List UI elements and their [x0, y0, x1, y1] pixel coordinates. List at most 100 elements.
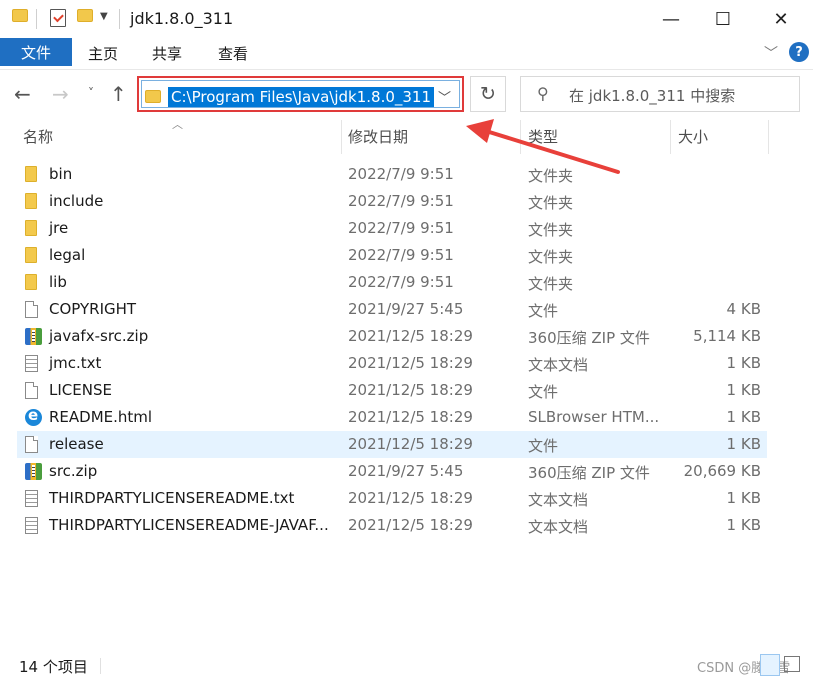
help-icon[interactable]: ? [789, 42, 809, 62]
address-path[interactable]: C:\Program Files\Java\jdk1.8.0_311 [168, 87, 435, 107]
folder-icon [25, 274, 37, 290]
column-divider[interactable] [341, 120, 342, 154]
file-row[interactable]: COPYRIGHT 2021/9/27 5:45 文件 4 KB [17, 296, 767, 323]
maximize-button[interactable]: ☐ [698, 0, 748, 38]
file-type: 360压缩 ZIP 文件 [528, 464, 650, 482]
file-row[interactable]: bin 2022/7/9 9:51 文件夹 [17, 161, 767, 188]
expand-ribbon-icon[interactable]: ﹀ [764, 43, 778, 63]
details-view-icon[interactable] [760, 654, 780, 676]
file-date: 2021/12/5 18:29 [348, 489, 473, 507]
tab-view[interactable]: 查看 [218, 43, 248, 64]
file-row[interactable]: LICENSE 2021/12/5 18:29 文件 1 KB [17, 377, 767, 404]
file-name: COPYRIGHT [49, 300, 137, 318]
address-bar[interactable]: C:\Program Files\Java\jdk1.8.0_311 ﹀ [137, 76, 464, 112]
folder-icon [12, 9, 28, 22]
file-type: SLBrowser HTM... [528, 408, 660, 426]
tab-share[interactable]: 共享 [152, 43, 182, 64]
text-file-icon [25, 355, 38, 372]
quick-access-dropdown-icon[interactable]: ▼ [100, 11, 108, 22]
title-bar: ▼ jdk1.8.0_311 — ☐ ✕ [0, 0, 813, 38]
file-type: 文件夹 [528, 221, 574, 239]
file-date: 2021/12/5 18:29 [348, 516, 473, 534]
new-folder-icon[interactable] [77, 9, 93, 22]
tab-file[interactable]: 文件 [0, 38, 72, 66]
up-arrow-icon[interactable]: ↑ [110, 82, 127, 106]
file-name: javafx-src.zip [49, 327, 149, 345]
back-arrow-icon[interactable]: ← [14, 82, 31, 106]
text-file-icon [25, 490, 38, 507]
zip-icon [25, 463, 42, 480]
file-date: 2021/12/5 18:29 [348, 435, 473, 453]
file-date: 2021/12/5 18:29 [348, 408, 473, 426]
file-type: 文件 [528, 302, 559, 320]
folder-icon [145, 90, 161, 103]
file-date: 2022/7/9 9:51 [348, 165, 454, 183]
file-name: LICENSE [49, 381, 112, 399]
file-name: THIRDPARTYLICENSEREADME-JAVAF... [49, 516, 329, 534]
search-box[interactable]: ⚲ 在 jdk1.8.0_311 中搜索 [520, 76, 800, 112]
properties-icon[interactable] [50, 9, 66, 27]
file-date: 2021/12/5 18:29 [348, 381, 473, 399]
large-icons-view-icon[interactable] [784, 656, 800, 672]
file-name: release [49, 435, 104, 453]
folder-icon [25, 166, 37, 182]
refresh-button[interactable]: ↻ [470, 76, 506, 112]
zip-icon [25, 328, 42, 345]
column-divider[interactable] [670, 120, 671, 154]
minimize-button[interactable]: — [646, 0, 696, 38]
file-size: 4 KB [726, 300, 761, 318]
file-row[interactable]: lib 2022/7/9 9:51 文件夹 [17, 269, 767, 296]
file-row[interactable]: javafx-src.zip 2021/12/5 18:29 360压缩 ZIP 文… [17, 323, 767, 350]
ribbon-tabs: 文件 主页 共享 查看 ﹀ ? [0, 38, 813, 70]
file-date: 2022/7/9 9:51 [348, 246, 454, 264]
file-size: 1 KB [726, 516, 761, 534]
forward-arrow-icon[interactable]: → [52, 82, 69, 106]
file-row[interactable]: README.html 2021/12/5 18:29 SLBrowser HTM.… [17, 404, 767, 431]
file-row-selected[interactable]: release 2021/12/5 18:29 文件 1 KB [17, 431, 767, 458]
file-type: 360压缩 ZIP 文件 [528, 329, 650, 347]
file-name: jre [49, 219, 69, 237]
column-header-size[interactable]: 大小 [678, 120, 708, 154]
file-size: 1 KB [726, 354, 761, 372]
file-size: 1 KB [726, 408, 761, 426]
column-header-type[interactable]: 类型 [528, 120, 558, 154]
file-name: THIRDPARTYLICENSEREADME.txt [49, 489, 295, 507]
file-date: 2021/12/5 18:29 [348, 327, 473, 345]
file-row[interactable]: jmc.txt 2021/12/5 18:29 文本文档 1 KB [17, 350, 767, 377]
search-placeholder[interactable]: 在 jdk1.8.0_311 中搜索 [569, 85, 735, 106]
chevron-down-icon[interactable]: ﹀ [438, 87, 451, 106]
file-date: 2021/9/27 5:45 [348, 462, 464, 480]
column-divider[interactable] [520, 120, 521, 154]
file-icon [25, 436, 38, 453]
tab-home[interactable]: 主页 [88, 43, 118, 64]
file-name: src.zip [49, 462, 98, 480]
file-date: 2021/12/5 18:29 [348, 354, 473, 372]
column-header-name[interactable]: 名称 [23, 120, 53, 154]
file-row[interactable]: include 2022/7/9 9:51 文件夹 [17, 188, 767, 215]
address-field[interactable]: C:\Program Files\Java\jdk1.8.0_311 ﹀ [141, 80, 460, 108]
file-name: jmc.txt [49, 354, 102, 372]
file-type: 文件夹 [528, 248, 574, 266]
window-title: jdk1.8.0_311 [130, 9, 234, 28]
file-row[interactable]: THIRDPARTYLICENSEREADME.txt 2021/12/5 18:… [17, 485, 767, 512]
file-type: 文件夹 [528, 194, 574, 212]
file-name: bin [49, 165, 73, 183]
folder-icon [25, 193, 37, 209]
file-row[interactable]: jre 2022/7/9 9:51 文件夹 [17, 215, 767, 242]
column-divider[interactable] [768, 120, 769, 154]
file-name: lib [49, 273, 67, 291]
file-row[interactable]: legal 2022/7/9 9:51 文件夹 [17, 242, 767, 269]
file-icon [25, 301, 38, 318]
file-type: 文件夹 [528, 167, 574, 185]
recent-locations-chevron-icon[interactable]: ˅ [88, 86, 94, 100]
file-size: 5,114 KB [693, 327, 761, 345]
file-date: 2022/7/9 9:51 [348, 192, 454, 210]
file-type: 文本文档 [528, 491, 589, 509]
file-name: include [49, 192, 104, 210]
file-row[interactable]: src.zip 2021/9/27 5:45 360压缩 ZIP 文件 20,669 … [17, 458, 767, 485]
column-header-date[interactable]: 修改日期 [348, 120, 408, 154]
file-row[interactable]: THIRDPARTYLICENSEREADME-JAVAF... 2021/12/… [17, 512, 767, 539]
close-button[interactable]: ✕ [756, 0, 806, 38]
file-size: 20,669 KB [683, 462, 761, 480]
toolbar-divider [36, 9, 37, 29]
